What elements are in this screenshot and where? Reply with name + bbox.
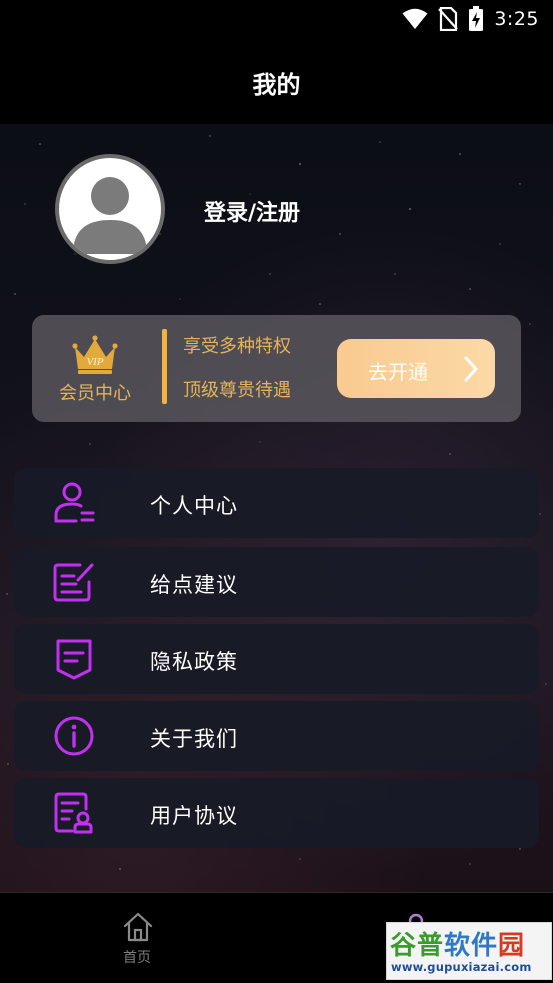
vip-card[interactable]: VIP 会员中心 享受多种特权 顶级尊贵待遇 去开通 [32, 315, 521, 422]
chevron-right-icon [464, 356, 478, 382]
open-vip-button-label: 去开通 [368, 360, 428, 384]
vip-perk: 享受多种特权 [183, 336, 291, 357]
watermark-logo-text: 谷普软件园 [390, 925, 525, 962]
no-sim-icon [438, 7, 459, 31]
menu-item-label: 给点建议 [150, 573, 238, 597]
watermark-logo-part: 园 [498, 931, 526, 961]
vip-perk: 顶级尊贵待遇 [183, 380, 291, 401]
privacy-doc-icon [56, 639, 92, 680]
open-vip-button[interactable]: 去开通 [337, 339, 495, 398]
menu-item-about-us[interactable]: 关于我们 [14, 701, 539, 771]
nav-tab-home[interactable]: 首页 [110, 911, 166, 967]
user-avatar-icon [73, 177, 147, 254]
menu-item-label: 隐私政策 [150, 650, 238, 674]
user-profile-icon [54, 482, 95, 523]
watermark-logo: 谷普软件园 www.gupuxiazai.com [386, 922, 552, 980]
watermark-logo-part: 谷普 [390, 931, 445, 961]
menu-item-label: 用户协议 [150, 804, 238, 828]
watermark-logo-part: 软件 [444, 931, 499, 961]
status-time: 3:25 [494, 8, 539, 30]
page-title: 我的 [252, 70, 301, 99]
menu-item-label: 关于我们 [150, 727, 238, 751]
crown-icon: VIP [72, 335, 118, 374]
status-icons: 3:25 [402, 6, 539, 32]
info-icon [54, 716, 94, 756]
menu-item-personal-center[interactable]: 个人中心 [14, 468, 539, 538]
battery-charging-icon [469, 6, 484, 31]
wifi-icon [402, 8, 428, 29]
vip-center-title: 会员中心 [59, 383, 131, 404]
status-bar: 3:25 [0, 0, 553, 40]
menu-item-privacy-policy[interactable]: 隐私政策 [14, 624, 539, 694]
nav-tab-home-label: 首页 [123, 950, 151, 966]
vip-badge-text: VIP [86, 356, 103, 368]
menu-item-user-agreement[interactable]: 用户协议 [14, 778, 539, 848]
watermark-url: www.gupuxiazai.com [391, 960, 532, 974]
avatar[interactable] [55, 154, 165, 264]
vip-divider [162, 329, 167, 404]
feedback-edit-icon [53, 563, 94, 602]
header: 我的 [0, 40, 553, 124]
user-agreement-icon [54, 792, 93, 834]
login-register-link[interactable]: 登录/注册 [204, 195, 300, 227]
menu-item-feedback[interactable]: 给点建议 [14, 547, 539, 617]
home-icon [123, 912, 153, 942]
menu-item-label: 个人中心 [150, 494, 238, 518]
